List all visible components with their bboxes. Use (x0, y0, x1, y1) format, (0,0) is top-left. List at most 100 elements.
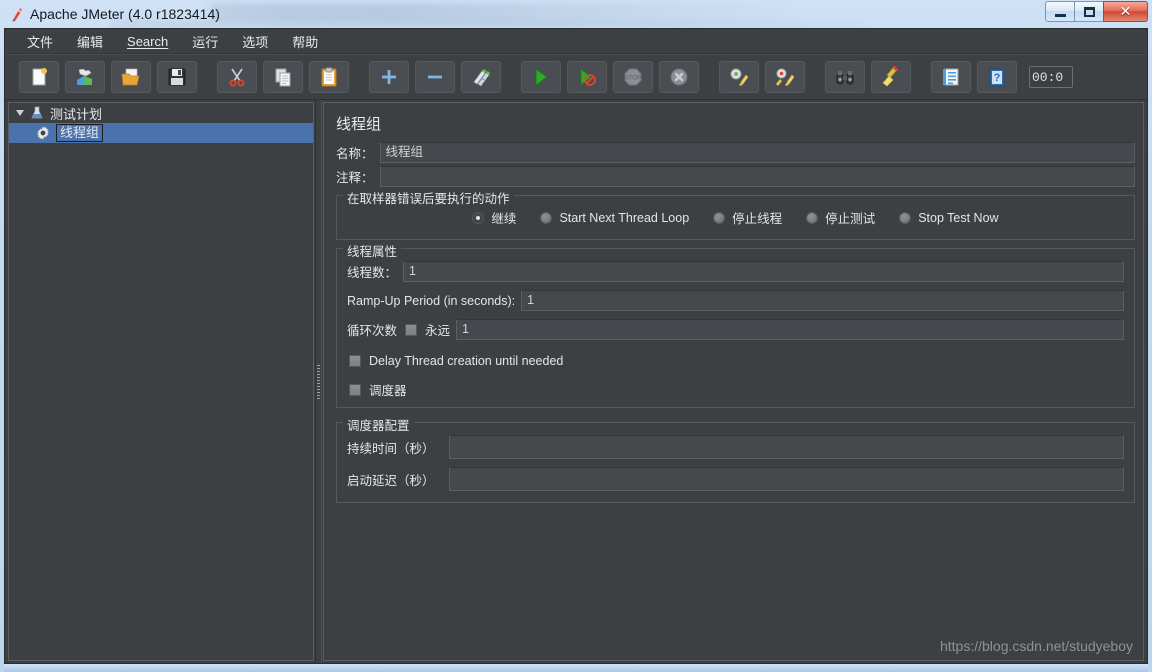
radio-stop-thread[interactable]: 停止线程 (713, 208, 782, 227)
new-button[interactable] (19, 61, 59, 93)
num-threads-row: 线程数： 1 (347, 261, 1124, 282)
thread-group-panel: 线程组 名称： 线程组 注释： 在取样器错误后要执行的动作 继续 Start N… (323, 102, 1144, 661)
close-icon: ✕ (1119, 3, 1132, 19)
clear-button[interactable] (719, 61, 759, 93)
background-blur-decoration (210, 3, 800, 21)
save-button[interactable] (157, 61, 197, 93)
scheduler-checkbox[interactable] (349, 383, 361, 396)
menu-edit[interactable]: 编辑 (65, 30, 115, 53)
delay-thread-creation-checkbox[interactable] (349, 355, 361, 367)
paste-button[interactable] (309, 61, 349, 93)
error-action-legend: 在取样器错误后要执行的动作 (343, 188, 514, 207)
elapsed-timer: 00:0 (1029, 66, 1073, 88)
search-button[interactable] (825, 61, 865, 93)
duration-label: 持续时间（秒） (347, 441, 435, 456)
shutdown-button[interactable] (659, 61, 699, 93)
window-bottom-border (4, 664, 1148, 672)
toolbar: STOP ? 00:0 (5, 54, 1147, 100)
menu-options[interactable]: 选项 (230, 30, 280, 53)
radio-start-next-thread-loop[interactable]: Start Next Thread Loop (540, 211, 689, 225)
radio-button-icon[interactable] (472, 211, 485, 224)
templates-icon (77, 68, 92, 85)
radio-label: Stop Test Now (918, 210, 999, 225)
radio-continue[interactable]: 继续 (472, 208, 516, 227)
copy-icon (275, 68, 291, 87)
menu-search[interactable]: Search (115, 32, 180, 51)
loop-count-label: 循环次数 (347, 324, 398, 338)
start-no-pauses-button[interactable] (567, 61, 607, 93)
num-threads-input[interactable]: 1 (403, 261, 1124, 282)
name-input[interactable]: 线程组 (379, 142, 1135, 163)
play-green-icon (535, 68, 548, 86)
radio-button-icon[interactable] (713, 211, 726, 224)
startup-delay-input[interactable] (449, 467, 1124, 491)
function-helper-button[interactable] (931, 61, 971, 93)
radio-button-icon[interactable] (899, 211, 912, 224)
name-field-label: 名称： (336, 147, 374, 161)
duration-input[interactable] (449, 435, 1124, 459)
open-folder-icon (121, 68, 140, 86)
pane-splitter[interactable] (314, 100, 323, 663)
tree-node-thread-group[interactable]: 线程组 (9, 123, 313, 143)
toggle-button[interactable] (461, 61, 501, 93)
help-book-icon: ? (989, 68, 1005, 87)
forever-checkbox[interactable] (405, 323, 418, 336)
copy-button[interactable] (263, 61, 303, 93)
scheduler-row[interactable]: 调度器 (347, 374, 1124, 401)
stop-button[interactable]: STOP (613, 61, 653, 93)
content-area: 测试计划 线程组 线程组 名称： 线程组 注释： 在取样器错误后要执行的动作 继… (5, 100, 1147, 663)
maximize-button[interactable] (1074, 1, 1103, 22)
save-floppy-icon (168, 68, 186, 86)
splitter-grip[interactable] (317, 364, 320, 399)
expand-all-button[interactable] (369, 61, 409, 93)
test-plan-tree[interactable]: 测试计划 线程组 (8, 102, 314, 661)
tree-node-label: 测试计划 (50, 106, 103, 122)
background-blur-decoration-2 (110, 20, 870, 28)
radio-stop-test-now[interactable]: Stop Test Now (899, 210, 999, 225)
window-title: Apache JMeter (4.0 r1823414) (30, 6, 220, 22)
help-button[interactable]: ? (977, 61, 1017, 93)
start-button[interactable] (521, 61, 561, 93)
reset-search-button[interactable] (871, 61, 911, 93)
forever-checkbox-wrapper[interactable]: 永远 (403, 319, 456, 340)
shutdown-x-icon (670, 68, 688, 86)
radio-button-icon[interactable] (806, 211, 819, 224)
tree-node-test-plan[interactable]: 测试计划 (9, 103, 313, 123)
comment-input[interactable] (379, 166, 1135, 187)
ramp-up-row: Ramp-Up Period (in seconds): 1 (347, 290, 1124, 311)
scissors-icon (229, 68, 245, 87)
collapse-all-button[interactable] (415, 61, 455, 93)
ramp-up-input[interactable]: 1 (521, 290, 1124, 311)
radio-stop-test[interactable]: 停止测试 (806, 208, 875, 227)
templates-button[interactable] (65, 61, 105, 93)
stop-sign-icon: STOP (624, 68, 642, 86)
clipboard-paste-icon (321, 67, 337, 87)
menu-bar: 文件 编辑 Search 运行 选项 帮助 (5, 29, 1147, 54)
svg-text:STOP: STOP (625, 76, 641, 82)
delay-thread-creation-label: Delay Thread creation until needed (369, 354, 564, 368)
name-field-row: 名称： 线程组 (336, 142, 1135, 163)
radio-button-icon[interactable] (540, 211, 553, 224)
close-button[interactable]: ✕ (1103, 1, 1148, 22)
thread-group-gear-icon (35, 125, 51, 141)
toggle-pencil-icon (473, 69, 490, 87)
chevron-down-icon[interactable] (16, 110, 24, 116)
loop-count-input[interactable]: 1 (456, 319, 1124, 340)
scheduler-config-legend: 调度器配置 (343, 415, 414, 434)
application-body: 文件 编辑 Search 运行 选项 帮助 STOP ? 00:0 测试计划 线… (4, 28, 1148, 664)
watermark-text: https://blog.csdn.net/studyeboy (939, 638, 1133, 654)
clear-all-button[interactable] (765, 61, 805, 93)
play-no-pause-icon (580, 67, 596, 87)
minimize-icon (1055, 14, 1066, 17)
menu-run[interactable]: 运行 (180, 30, 230, 53)
forever-label: 永远 (425, 324, 451, 338)
cut-button[interactable] (217, 61, 257, 93)
startup-delay-label: 启动延迟（秒） (347, 473, 435, 488)
application-window: Apache JMeter (4.0 r1823414) ✕ 文件 编辑 Sea… (0, 0, 1152, 672)
menu-help[interactable]: 帮助 (280, 30, 330, 53)
scheduler-config-group: 调度器配置 持续时间（秒） 启动延迟（秒） (336, 415, 1135, 503)
delay-thread-creation-row[interactable]: Delay Thread creation until needed (347, 348, 1124, 370)
menu-file[interactable]: 文件 (15, 30, 65, 53)
minimize-button[interactable] (1045, 1, 1074, 22)
open-button[interactable] (111, 61, 151, 93)
